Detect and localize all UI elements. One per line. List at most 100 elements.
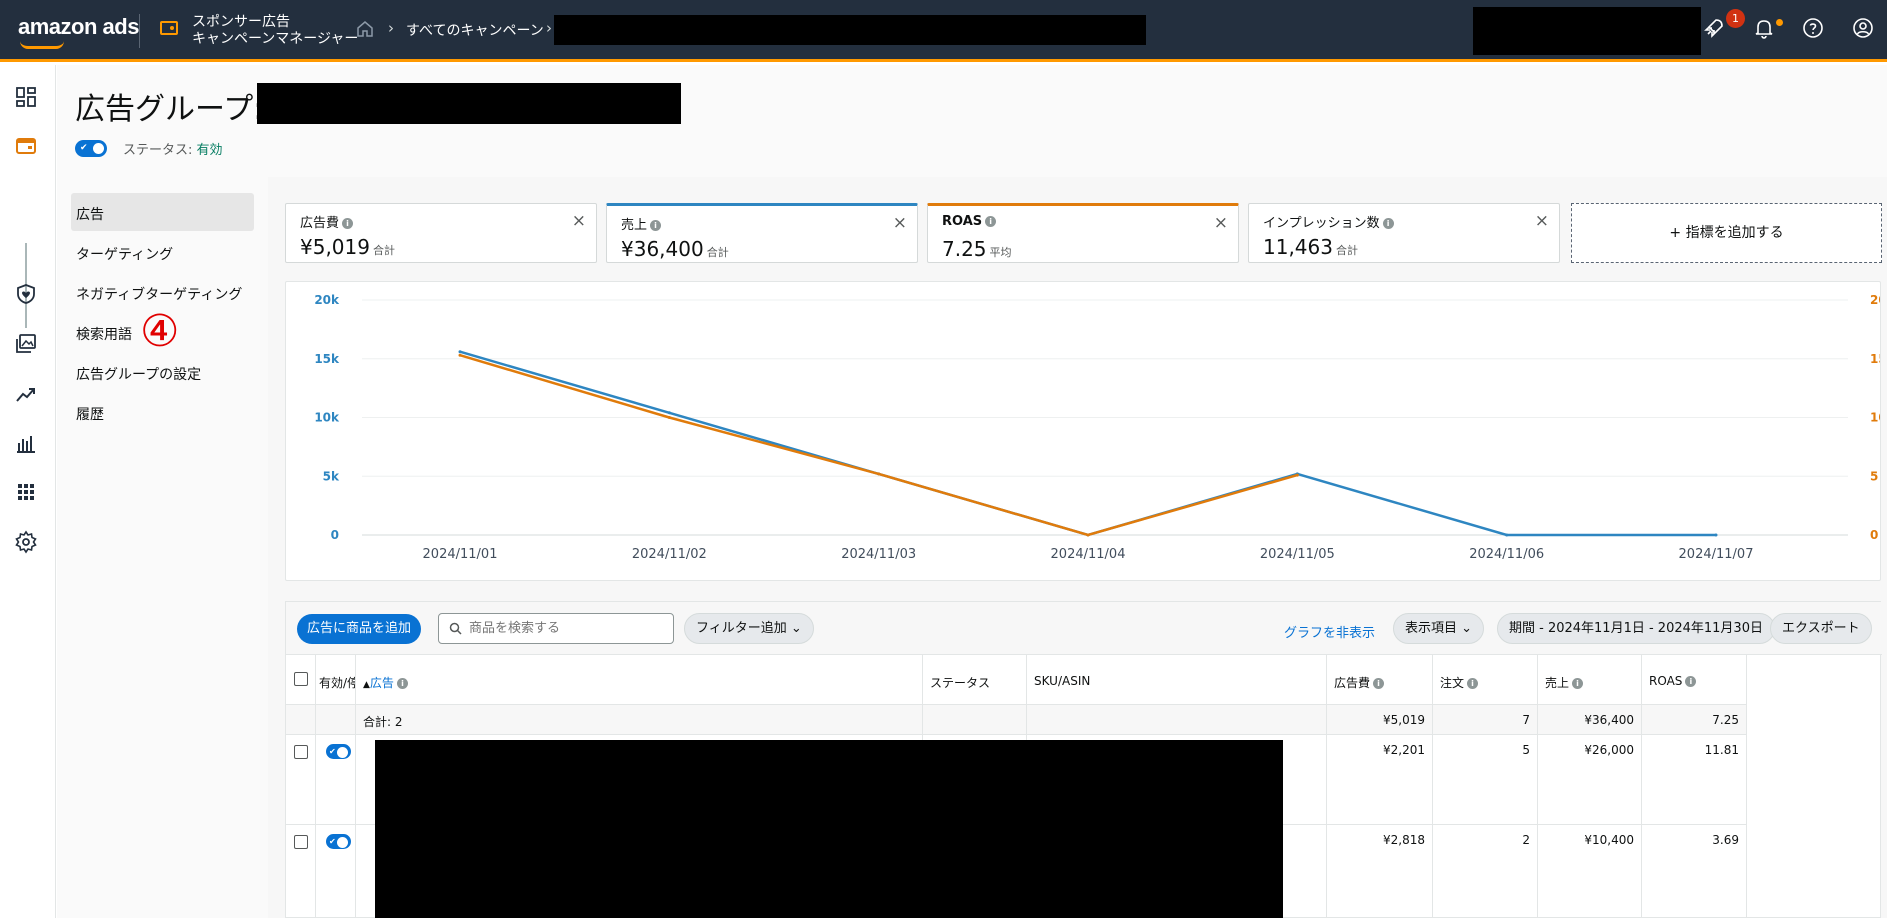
bar-chart-icon[interactable] bbox=[14, 431, 38, 455]
series-line-sales bbox=[459, 350, 1716, 537]
column-header-status[interactable]: ステータス bbox=[923, 655, 1027, 705]
y-right-tick-label: 20 bbox=[1870, 293, 1880, 307]
y-right-tick-label: 0 bbox=[1870, 528, 1878, 542]
ad-group-status-toggle[interactable]: ✔ bbox=[75, 140, 107, 157]
campaign-manager-icon[interactable] bbox=[14, 134, 38, 158]
shield-icon[interactable] bbox=[14, 282, 38, 306]
y-right-tick-label: 10 bbox=[1870, 411, 1880, 425]
metric-label: 売上 i bbox=[621, 214, 662, 233]
subnav-item-targeting[interactable]: ターゲティング bbox=[71, 233, 254, 271]
info-icon[interactable]: i bbox=[1685, 676, 1697, 687]
metric-card-impressions[interactable]: インプレッション数 i 11,463 合計 × bbox=[1248, 203, 1560, 263]
info-icon[interactable]: i bbox=[1373, 678, 1385, 689]
logo-smile bbox=[20, 41, 64, 49]
app-title-line2: キャンペーンマネージャー bbox=[192, 31, 359, 47]
status-value: 有効 bbox=[196, 143, 223, 158]
export-button[interactable]: エクスポート bbox=[1770, 613, 1872, 644]
search-icon bbox=[449, 622, 462, 635]
chart-svg: 0 5k 10k 15k 20k 0 5 10 15 20 2024/11/01 2024/11/02… bbox=[314, 293, 1880, 562]
column-header-sku[interactable]: SKU/ASIN bbox=[1027, 655, 1327, 705]
y-right-tick-label: 5 bbox=[1870, 469, 1878, 483]
add-metric-button[interactable]: + 指標を追加する bbox=[1571, 203, 1882, 263]
metric-label: 広告費 i bbox=[300, 212, 354, 231]
add-filter-button[interactable]: フィルター追加 ⌄ bbox=[684, 613, 814, 644]
column-header-ad[interactable]: ▲広告 i bbox=[356, 655, 923, 705]
column-header-sales[interactable]: 売上 i bbox=[1538, 655, 1642, 705]
metric-aggregate: 合計 bbox=[1335, 244, 1358, 257]
page-title: 広告グループ: bbox=[75, 92, 264, 127]
media-library-icon[interactable] bbox=[14, 332, 38, 356]
breadcrumb-separator: › bbox=[388, 19, 394, 37]
hide-graph-link[interactable]: グラフを非表示 bbox=[1284, 622, 1375, 641]
total-label: 合計: 2 bbox=[356, 705, 923, 735]
ad-active-toggle[interactable]: ✔ bbox=[326, 834, 351, 849]
close-icon[interactable]: × bbox=[572, 211, 586, 231]
data-point bbox=[1086, 533, 1090, 537]
home-icon[interactable] bbox=[356, 20, 374, 38]
row-select-checkbox[interactable] bbox=[294, 745, 308, 759]
ads-table-panel: 広告に商品を追加 フィルター追加 ⌄ グラフを非表示 表示項目 ⌄ 期間 - 2… bbox=[285, 601, 1882, 918]
columns-button[interactable]: 表示項目 ⌄ bbox=[1393, 613, 1485, 644]
user-account-icon[interactable] bbox=[1851, 16, 1875, 40]
subnav-item-ad-group-settings[interactable]: 広告グループの設定 bbox=[71, 353, 254, 391]
data-point bbox=[877, 472, 881, 476]
metric-card-sales[interactable]: 売上 i ¥36,400 合計 × bbox=[606, 203, 918, 263]
date-range-button[interactable]: 期間 - 2024年11月1日 - 2024年11月30日 bbox=[1497, 613, 1775, 644]
amazon-ads-logo[interactable]: amazon ads bbox=[18, 14, 139, 40]
close-icon[interactable]: × bbox=[1535, 211, 1549, 231]
table-toolbar: 広告に商品を追加 フィルター追加 ⌄ グラフを非表示 表示項目 ⌄ 期間 - 2… bbox=[286, 602, 1882, 655]
total-sales: ¥36,400 bbox=[1538, 705, 1642, 735]
metric-aggregate: 平均 bbox=[989, 246, 1012, 259]
add-product-button[interactable]: 広告に商品を追加 bbox=[297, 614, 422, 644]
rocket-icon[interactable] bbox=[1702, 16, 1726, 40]
x-tick-label: 2024/11/01 bbox=[423, 547, 498, 562]
app-title[interactable]: スポンサー広告 キャンペーンマネージャー bbox=[192, 14, 358, 48]
info-icon[interactable]: i bbox=[985, 216, 997, 227]
help-icon[interactable] bbox=[1801, 16, 1825, 40]
subnav-item-history[interactable]: 履歴 bbox=[71, 393, 254, 431]
row-orders: 2 bbox=[1433, 825, 1538, 918]
y-left-tick-label: 15k bbox=[314, 352, 340, 366]
dashboard-icon[interactable] bbox=[14, 85, 38, 109]
product-search-input[interactable] bbox=[438, 613, 674, 644]
apps-grid-icon[interactable] bbox=[14, 480, 38, 504]
info-icon[interactable]: i bbox=[396, 678, 408, 689]
column-header-active[interactable]: 有効/停 bbox=[316, 655, 356, 705]
total-cell bbox=[286, 705, 316, 735]
data-point bbox=[667, 416, 671, 419]
column-header-orders[interactable]: 注文 i bbox=[1433, 655, 1538, 705]
settings-gear-icon[interactable] bbox=[14, 530, 38, 554]
x-tick-label: 2024/11/05 bbox=[1260, 547, 1335, 562]
column-header-spend[interactable]: 広告費 i bbox=[1327, 655, 1433, 705]
metric-card-spend[interactable]: 広告費 i ¥5,019 合計 × bbox=[285, 203, 597, 263]
select-all-checkbox[interactable] bbox=[294, 672, 308, 686]
row-select-checkbox[interactable] bbox=[294, 835, 308, 849]
ad-active-toggle[interactable]: ✔ bbox=[326, 744, 351, 759]
notification-count-badge: 1 bbox=[1726, 9, 1745, 28]
row-sales: ¥10,400 bbox=[1538, 825, 1642, 918]
breadcrumb-all-campaigns[interactable]: すべてのキャンペーン bbox=[406, 20, 544, 40]
trend-chart-icon[interactable] bbox=[14, 382, 38, 406]
row-sales: ¥26,000 bbox=[1538, 735, 1642, 825]
info-icon[interactable]: i bbox=[650, 220, 662, 231]
row-spend: ¥2,818 bbox=[1327, 825, 1433, 918]
data-point bbox=[1714, 533, 1718, 537]
subnav-item-ads[interactable]: 広告 bbox=[71, 193, 254, 231]
info-icon[interactable]: i bbox=[1572, 678, 1584, 689]
metric-card-roas[interactable]: ROAS i 7.25 平均 × bbox=[927, 203, 1239, 263]
info-icon[interactable]: i bbox=[1382, 218, 1394, 229]
data-point bbox=[667, 411, 671, 415]
status-label: ステータス: 有効 bbox=[123, 139, 223, 158]
info-icon[interactable]: i bbox=[342, 218, 354, 229]
series-line-roas bbox=[459, 354, 1298, 537]
data-point bbox=[1505, 533, 1509, 537]
close-icon[interactable]: × bbox=[1214, 213, 1228, 233]
x-tick-label: 2024/11/02 bbox=[632, 547, 707, 562]
close-icon[interactable]: × bbox=[893, 213, 907, 233]
total-cell bbox=[316, 705, 356, 735]
info-icon[interactable]: i bbox=[1467, 678, 1479, 689]
left-rail bbox=[0, 65, 56, 918]
bell-icon[interactable] bbox=[1752, 16, 1776, 40]
campaign-manager-icon bbox=[160, 21, 178, 35]
column-header-roas[interactable]: ROAS i bbox=[1642, 655, 1747, 705]
